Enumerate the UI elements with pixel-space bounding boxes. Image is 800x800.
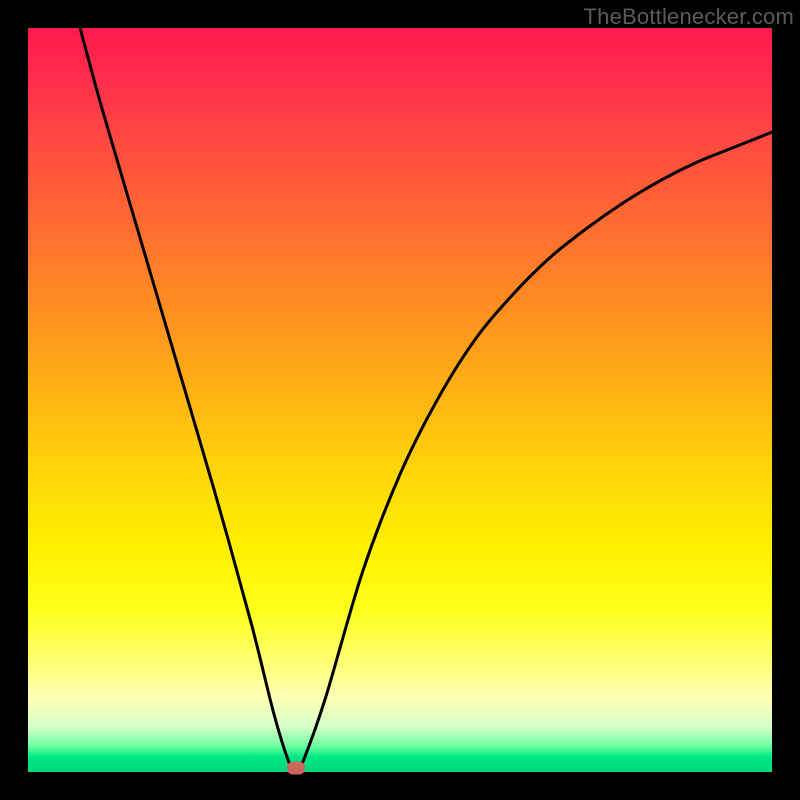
optimal-point-marker <box>287 762 305 775</box>
watermark: TheBottlenecker.com <box>584 4 794 30</box>
plot-area <box>28 28 772 772</box>
chart-frame: TheBottlenecker.com <box>0 0 800 800</box>
bottleneck-curve <box>28 28 772 772</box>
